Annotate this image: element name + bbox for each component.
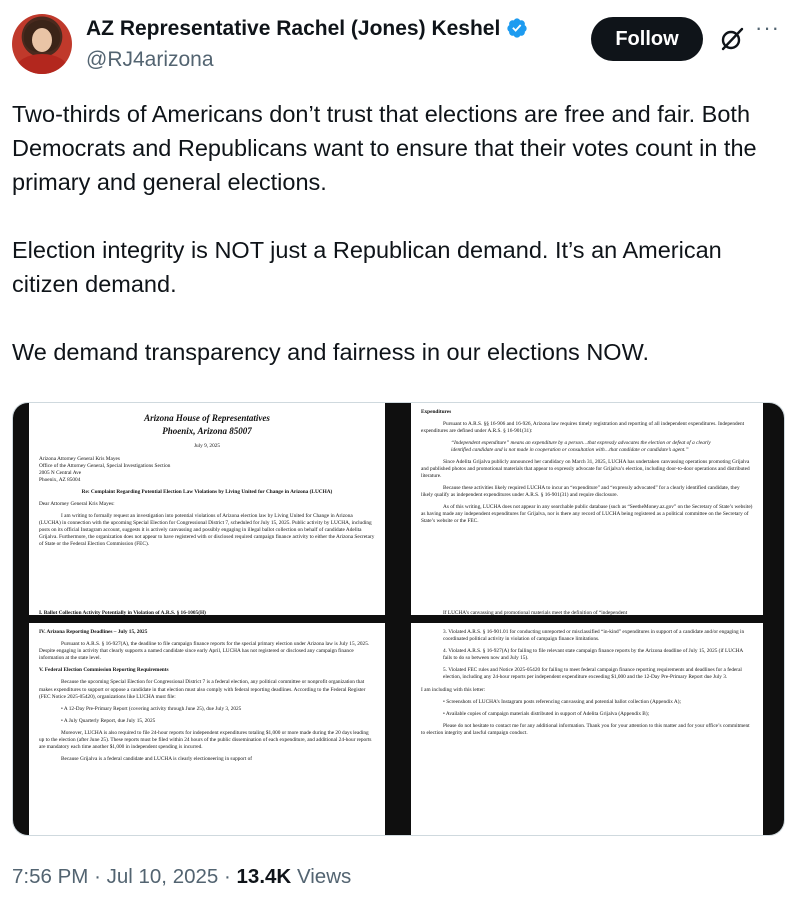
letter-re: Re: Complaint Regarding Potential Electi… [81,489,333,495]
letter-cut-line: If LUCHA’s canvassing and promotional ma… [443,610,628,615]
author-name-text[interactable]: AZ Representative Rachel (Jones) Keshel [86,17,500,40]
letter-paragraph: Moreover, LUCHA is also required to file… [39,729,372,751]
views-label: Views [296,865,352,888]
letter-list-item: 4. Violated A.R.S. § 16-927(A) for faili… [443,648,743,662]
letter-bullet-text: Screenshots of LUCHA’s Instagram posts r… [446,698,681,705]
grok-icon[interactable] [719,26,745,52]
letter-paragraph: Since Adelita Grijalva publicly announce… [421,459,750,479]
letter-bullet-text: Available copies of campaign materials d… [445,710,650,717]
post-meta: 7:56 PM · Jul 10, 2025 · 13.4K Views [12,865,351,889]
verified-badge-icon [507,18,527,38]
follow-button[interactable]: Follow [591,17,703,61]
post-text: Two-thirds of Americans don’t trust that… [12,97,782,369]
author-name[interactable]: AZ Representative Rachel (Jones) Keshel [86,17,528,41]
views-count[interactable]: 13.4K [237,865,292,888]
letter-page-1[interactable]: Arizona House of Representatives Phoenix… [29,403,385,615]
letter-paragraph: As of this writing, LUCHA does not appea… [421,504,753,524]
post-paragraph: Election integrity is NOT just a Republi… [12,237,722,297]
letter-paragraph: Because the upcoming Special Election fo… [39,679,366,700]
letter-salutation: Dear Attorney General Kris Mayes: [39,501,115,507]
letter-paragraph: I am including with this letter: [421,686,486,693]
letter-paragraph: Pursuant to A.R.S. §§ 16-906 and 16-926,… [421,421,745,434]
post-paragraph: We demand transparency and fairness in o… [12,339,649,365]
section-heading: Expenditures [421,409,452,415]
letterhead-city: Phoenix, Arizona 85007 [162,426,252,436]
letter-cut-heading: I. Ballot Collection Activity Potentiall… [39,610,206,615]
letter-page-2[interactable]: Expenditures Pursuant to A.R.S. §§ 16-90… [411,403,763,615]
photo-edge [13,615,784,623]
media-grid[interactable]: Arizona House of Representatives Phoenix… [12,402,785,836]
address-line: 2005 N Central Ave [39,470,82,476]
avatar[interactable] [12,14,72,74]
letter-quote: “Independent expenditure” means an expen… [451,440,711,453]
letter-paragraph: Please do not hesitate to contact me for… [421,722,750,736]
letter-bullet: • Screenshots of LUCHA’s Instagram posts… [443,698,681,705]
letter-paragraph: Because these activities likely required… [421,485,740,498]
address-line: Arizona Attorney General Kris Mayes [39,456,120,462]
post-time[interactable]: 7:56 PM [12,865,88,888]
post-header: AZ Representative Rachel (Jones) Keshel … [0,0,800,90]
meta-separator: · [94,865,101,888]
author-handle[interactable]: @RJ4arizona [86,48,214,72]
meta-separator: · [224,865,231,888]
post-paragraph: Two-thirds of Americans don’t trust that… [12,101,757,195]
section-heading: V. Federal Election Commission Reporting… [39,667,169,674]
more-options-icon[interactable]: ··· [755,17,785,48]
letter-bullet-text: A July Quarterly Report, due July 15, 20… [63,717,156,724]
letterhead-house: Arizona House of Representatives [144,413,270,423]
address-line: Office of the Attorney General, Special … [39,463,171,469]
letter-paragraph: Pursuant to A.R.S. § 16-927(A), the dead… [39,641,370,662]
letter-bullet-text: A 12-Day Pre-Primary Report (covering ac… [63,705,242,712]
letter-page-3[interactable]: IV. Arizona Reporting Deadlines – July 1… [29,623,385,835]
letter-paragraph: Because Grijalva is a federal candidate … [61,756,253,763]
section-heading: IV. Arizona Reporting Deadlines – July 1… [39,629,148,635]
address-line: Phoenix, AZ 85004 [39,477,81,483]
letter-list-item: 5. Violated FEC rules and Notice 2025-05… [443,667,742,681]
letter-bullet: • Available copies of campaign materials… [443,710,650,717]
letter-page-4[interactable]: 3. Violated A.R.S. § 16-901.01 for condu… [411,623,763,835]
letter-bullet: • A July Quarterly Report, due July 15, … [61,717,156,724]
letter-list-item: 3. Violated A.R.S. § 16-901.01 for condu… [443,629,745,643]
letter-bullet: • A 12-Day Pre-Primary Report (covering … [61,705,242,712]
letter-date: July 9, 2025 [193,443,221,449]
post-date[interactable]: Jul 10, 2025 [107,865,219,888]
letter-body: I am writing to formally request an inve… [39,513,375,547]
